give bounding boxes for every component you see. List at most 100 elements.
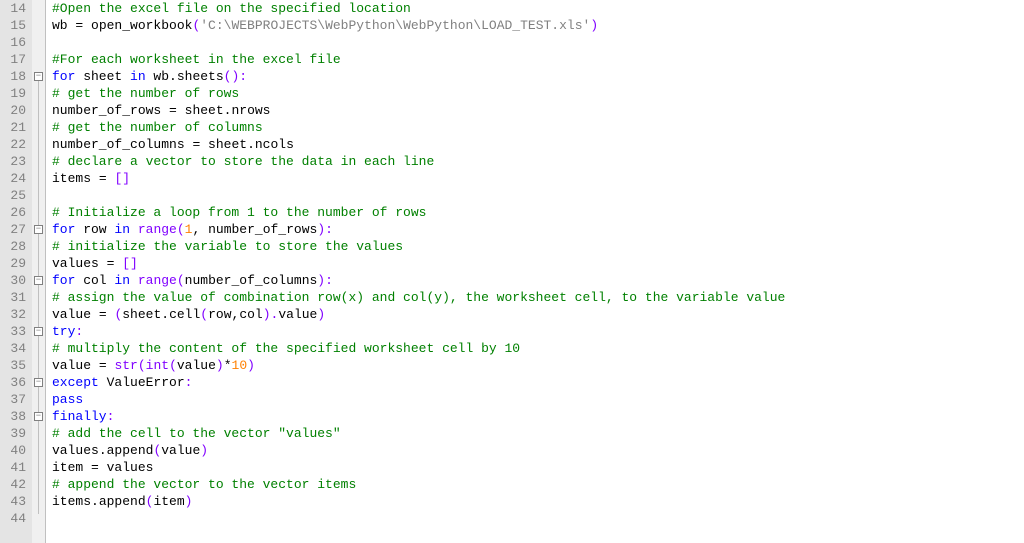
fold-toggle-icon[interactable]: − [34,378,43,387]
code-line[interactable]: #For each worksheet in the excel file [52,51,1024,68]
token: ( [177,222,185,237]
code-line[interactable]: except ValueError: [52,374,1024,391]
token: = [91,460,99,475]
token: 'C:\WEBPROJECTS\WebPython\WebPython\LOAD… [200,18,590,33]
token: items [52,171,99,186]
code-line[interactable]: # append the vector to the vector items [52,476,1024,493]
token: in [114,222,130,237]
code-line[interactable]: try: [52,323,1024,340]
line-number: 38 [0,408,26,425]
token: . [161,307,169,322]
token: ) [216,358,224,373]
token: ( [200,307,208,322]
line-number: 20 [0,102,26,119]
fold-toggle-icon[interactable]: − [34,72,43,81]
code-line[interactable]: values.append(value) [52,442,1024,459]
code-line[interactable]: for col in range(number_of_columns): [52,272,1024,289]
token: values [52,256,107,271]
token: items [52,494,91,509]
token: ( [138,358,146,373]
token: values [99,460,154,475]
code-line[interactable]: values = [] [52,255,1024,272]
token: number_of_columns [52,137,192,152]
token: item [52,460,91,475]
code-line[interactable]: items = [] [52,170,1024,187]
token: ncols [255,137,294,152]
token: : [185,375,193,390]
token: in [114,273,130,288]
line-number: 33 [0,323,26,340]
token: value [177,358,216,373]
code-line[interactable]: # initialize the variable to store the v… [52,238,1024,255]
code-line[interactable]: # declare a vector to store the data in … [52,153,1024,170]
code-line[interactable]: pass [52,391,1024,408]
token: # add the cell to the vector "values" [52,426,341,441]
token: = [99,307,107,322]
line-number: 32 [0,306,26,323]
token: row [208,307,231,322]
token: wb [146,69,169,84]
token: = [99,171,107,186]
code-line[interactable]: # get the number of columns [52,119,1024,136]
token: value [161,443,200,458]
code-line[interactable]: # add the cell to the vector "values" [52,425,1024,442]
fold-toggle-icon[interactable]: − [34,276,43,285]
code-line[interactable]: number_of_columns = sheet.ncols [52,136,1024,153]
token: = [99,358,107,373]
token: try [52,324,75,339]
code-area[interactable]: #Open the excel file on the specified lo… [46,0,1024,543]
code-line[interactable]: items.append(item) [52,493,1024,510]
code-line[interactable]: value = (sheet.cell(row,col).value) [52,306,1024,323]
token: nrows [231,103,270,118]
line-number: 21 [0,119,26,136]
line-number: 15 [0,17,26,34]
code-line[interactable]: item = values [52,459,1024,476]
code-line[interactable] [52,187,1024,204]
line-number: 22 [0,136,26,153]
code-line[interactable]: # Initialize a loop from 1 to the number… [52,204,1024,221]
token: col [75,273,114,288]
line-number: 31 [0,289,26,306]
token: ) [317,307,325,322]
code-line[interactable]: finally: [52,408,1024,425]
line-number: 18 [0,68,26,85]
token: sheet [177,103,224,118]
token: ( [177,273,185,288]
token: sheet [75,69,130,84]
token: ): [317,222,333,237]
code-line[interactable] [52,34,1024,51]
line-number: 43 [0,493,26,510]
token: . [169,69,177,84]
line-number: 40 [0,442,26,459]
code-line[interactable]: # get the number of rows [52,85,1024,102]
token: # append the vector to the vector items [52,477,356,492]
code-line[interactable]: value = str(int(value)*10) [52,357,1024,374]
code-line[interactable]: #Open the excel file on the specified lo… [52,0,1024,17]
code-line[interactable]: # multiply the content of the specified … [52,340,1024,357]
line-number: 26 [0,204,26,221]
code-line[interactable]: for row in range(1, number_of_rows): [52,221,1024,238]
line-number: 25 [0,187,26,204]
code-line[interactable]: for sheet in wb.sheets(): [52,68,1024,85]
line-number: 14 [0,0,26,17]
fold-toggle-icon[interactable]: − [34,327,43,336]
token: values [52,443,99,458]
token: # get the number of rows [52,86,239,101]
token: ). [263,307,279,322]
token: ) [247,358,255,373]
code-line[interactable]: number_of_rows = sheet.nrows [52,102,1024,119]
code-line[interactable] [52,510,1024,527]
code-line[interactable]: # assign the value of combination row(x)… [52,289,1024,306]
code-line[interactable]: wb = open_workbook('C:\WEBPROJECTS\WebPy… [52,17,1024,34]
token: open_workbook [83,18,192,33]
token: in [130,69,146,84]
fold-toggle-icon[interactable]: − [34,412,43,421]
token: # multiply the content of the specified … [52,341,520,356]
token: number_of_rows [200,222,317,237]
token: # assign the value of combination row(x)… [52,290,785,305]
line-number: 23 [0,153,26,170]
token: [] [114,171,130,186]
line-number-gutter: 1415161718192021222324252627282930313233… [0,0,32,543]
fold-toggle-icon[interactable]: − [34,225,43,234]
line-number: 39 [0,425,26,442]
